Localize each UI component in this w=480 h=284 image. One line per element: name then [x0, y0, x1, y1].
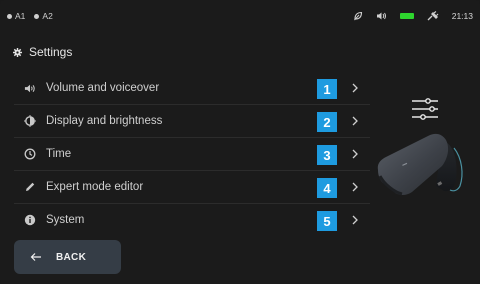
clock-time: 21:13 — [451, 11, 473, 21]
menu-item-label: Display and brightness — [46, 115, 163, 127]
volume-icon — [24, 82, 36, 94]
menu-item-number-badge: 3 — [317, 145, 337, 165]
chevron-right-icon — [352, 83, 358, 93]
menu-item-label: Volume and voiceover — [46, 82, 160, 94]
back-button-label: BACK — [56, 251, 87, 263]
chevron-right-icon — [352, 149, 358, 159]
menu-item-expert-mode[interactable]: Expert mode editor 4 — [14, 171, 370, 204]
arrow-left-icon — [30, 253, 41, 261]
chevron-right-icon — [352, 215, 358, 225]
info-icon — [24, 214, 36, 226]
menu-item-number-badge: 4 — [317, 178, 337, 198]
gear-icon — [13, 47, 22, 57]
settings-screen: A1 A2 21:13 Settings Volume and voiceove… — [0, 0, 480, 284]
volume-icon — [376, 9, 387, 23]
status-a2: A2 — [34, 11, 53, 21]
status-a2-label: A2 — [42, 11, 53, 21]
status-bar: A1 A2 21:13 — [0, 8, 480, 26]
status-a1: A1 — [7, 11, 25, 21]
page-title-label: Settings — [29, 45, 73, 59]
settings-menu: Volume and voiceover 1 Display and brigh… — [14, 72, 370, 236]
menu-item-display[interactable]: Display and brightness 2 — [14, 105, 370, 138]
chevron-right-icon — [352, 182, 358, 192]
menu-item-label: Expert mode editor — [46, 181, 144, 193]
menu-item-time[interactable]: Time 3 — [14, 138, 370, 171]
menu-item-system[interactable]: System 5 — [14, 204, 370, 236]
device-illustration — [377, 133, 463, 196]
eco-leaf-icon — [353, 9, 363, 23]
status-left: A1 A2 — [7, 11, 53, 21]
sliders-icon — [412, 98, 438, 120]
status-right: 21:13 — [353, 9, 473, 23]
chevron-right-icon — [352, 116, 358, 126]
brightness-icon — [24, 115, 36, 127]
clock-icon — [24, 148, 36, 160]
menu-item-number-badge: 2 — [317, 112, 337, 132]
back-button[interactable]: BACK — [14, 240, 121, 274]
menu-item-number-badge: 1 — [317, 79, 337, 99]
menu-item-label: Time — [46, 148, 72, 160]
charging-plug-icon — [427, 9, 439, 23]
battery-icon — [399, 9, 414, 23]
status-dot-icon — [34, 13, 40, 19]
menu-item-label: System — [46, 214, 85, 226]
page-title: Settings — [13, 45, 72, 59]
status-dot-icon — [7, 13, 12, 19]
menu-item-volume[interactable]: Volume and voiceover 1 — [14, 72, 370, 105]
menu-item-number-badge: 5 — [317, 211, 337, 231]
status-a1-label: A1 — [15, 11, 26, 21]
pencil-icon — [24, 181, 36, 193]
